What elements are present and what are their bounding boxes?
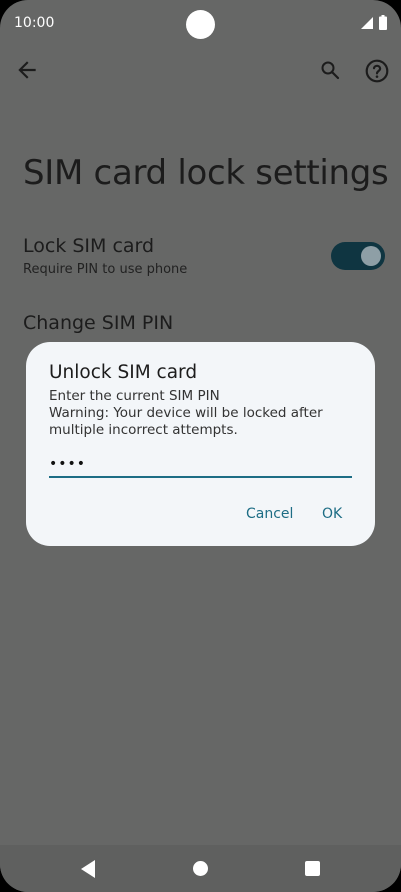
camera-cutout (186, 10, 215, 39)
status-time: 10:00 (14, 15, 55, 31)
nav-back-icon[interactable] (79, 859, 97, 879)
cancel-button[interactable]: Cancel (246, 506, 293, 522)
dialog-title: Unlock SIM card (49, 362, 198, 383)
unlock-sim-dialog: Unlock SIM card Enter the current SIM PI… (26, 342, 375, 546)
help-circle-icon[interactable] (364, 58, 390, 84)
status-bar: 10:00 (0, 0, 401, 46)
dialog-message-line: Enter the current SIM PIN (49, 388, 220, 404)
pin-input[interactable] (49, 452, 352, 478)
page-title: SIM card lock settings (23, 153, 389, 193)
lock-sim-title[interactable]: Lock SIM card (23, 235, 154, 257)
search-icon[interactable] (318, 58, 342, 82)
change-sim-pin-item[interactable]: Change SIM PIN (23, 312, 173, 334)
lock-sim-summary: Require PIN to use phone (23, 262, 188, 277)
signal-icon (361, 17, 373, 29)
ok-button[interactable]: OK (322, 506, 342, 522)
nav-home-icon[interactable] (193, 861, 208, 876)
battery-icon (379, 15, 387, 30)
dialog-message: Enter the current SIM PIN Warning: Your … (49, 388, 354, 439)
dialog-message-line: Warning: Your device will be locked afte… (49, 405, 323, 421)
screen: 10:00 SIM card lock settings Lock SIM ca… (0, 0, 401, 892)
toggle-thumb (361, 246, 381, 266)
navigation-bar (0, 845, 401, 892)
dialog-message-line: multiple incorrect attempts. (49, 422, 238, 438)
arrow-back-icon[interactable] (14, 57, 40, 83)
nav-recents-icon[interactable] (305, 861, 320, 876)
lock-sim-toggle[interactable] (331, 242, 385, 270)
